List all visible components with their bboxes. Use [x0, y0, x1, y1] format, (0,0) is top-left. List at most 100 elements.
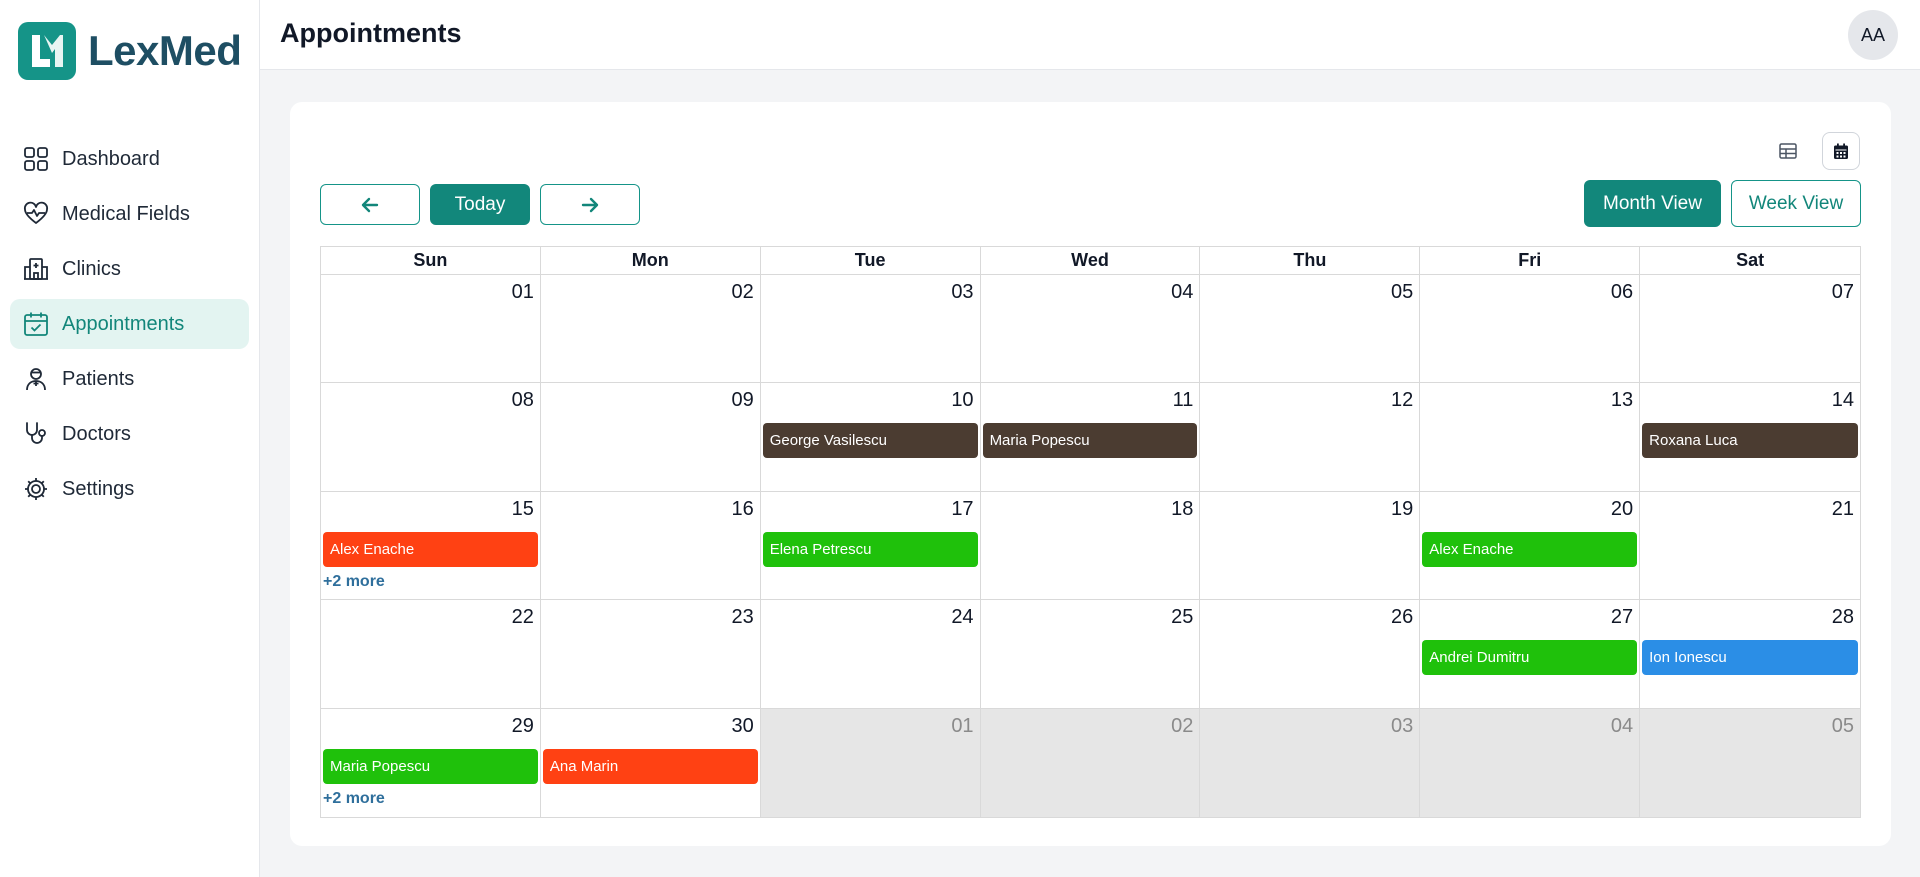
weekday-label: Sun — [321, 247, 541, 274]
day-number: 03 — [1391, 714, 1414, 737]
day-cell-outside-month[interactable]: 05 — [1640, 708, 1860, 817]
stethoscope-icon — [22, 420, 50, 448]
appointment-event[interactable]: Alex Enache — [323, 531, 538, 567]
day-cell[interactable]: 29 Maria Popescu +2 more — [321, 708, 541, 817]
appointment-event[interactable]: Maria Popescu — [323, 748, 538, 784]
sidebar-item-appointments[interactable]: Appointments — [10, 299, 249, 349]
next-month-button[interactable] — [540, 184, 640, 225]
day-number: 25 — [1171, 606, 1194, 629]
sidebar: LexMed Dashboard Medical Fields Clinics … — [0, 0, 260, 877]
weekday-label: Thu — [1200, 247, 1421, 274]
day-number: 29 — [511, 714, 534, 737]
day-cell[interactable]: 16 — [541, 491, 761, 600]
day-number: 30 — [731, 714, 754, 737]
month-view-button[interactable]: Month View — [1584, 180, 1721, 227]
day-cell[interactable]: 28 Ion Ionescu — [1640, 600, 1860, 707]
day-cell-outside-month[interactable]: 01 — [760, 708, 981, 817]
more-events-link[interactable]: +2 more — [323, 790, 385, 808]
sidebar-item-label: Clinics — [62, 257, 121, 280]
day-cell[interactable]: 30 Ana Marin — [541, 708, 761, 817]
day-cell[interactable]: 22 — [321, 600, 541, 708]
day-number: 26 — [1391, 606, 1414, 629]
calendar-view-toggle[interactable] — [1822, 132, 1860, 170]
heart-pulse-icon — [22, 200, 50, 228]
day-number: 16 — [731, 497, 754, 520]
day-cell[interactable]: 07 — [1640, 275, 1860, 382]
user-avatar[interactable]: AA — [1848, 10, 1898, 60]
day-cell[interactable]: 14 Roxana Luca — [1640, 383, 1860, 490]
day-cell[interactable]: 02 — [541, 275, 761, 383]
day-cell[interactable]: 09 — [541, 383, 761, 491]
day-cell[interactable]: 12 — [1200, 383, 1421, 491]
day-cell[interactable]: 17 Elena Petrescu — [761, 491, 981, 600]
appointment-event[interactable]: Ana Marin — [542, 748, 758, 784]
day-cell[interactable]: 10 George Vasilescu — [761, 383, 981, 491]
day-number: 05 — [1391, 281, 1414, 303]
sidebar-item-label: Medical Fields — [62, 202, 190, 225]
day-number: 28 — [1831, 606, 1854, 629]
day-number: 20 — [1610, 497, 1634, 520]
day-cell[interactable]: 23 — [541, 600, 761, 708]
appointment-event[interactable]: Elena Petrescu — [762, 531, 978, 567]
day-cell[interactable]: 03 — [761, 275, 981, 383]
day-number: 22 — [511, 606, 534, 629]
day-cell[interactable]: 04 — [981, 275, 1201, 383]
table-icon — [1779, 143, 1797, 159]
day-number: 09 — [731, 389, 754, 412]
day-cell[interactable]: 25 — [981, 600, 1201, 708]
sidebar-item-label: Settings — [62, 477, 135, 500]
previous-month-button[interactable] — [320, 184, 420, 225]
day-cell[interactable]: 11 Maria Popescu — [981, 383, 1201, 491]
day-cell[interactable]: 18 — [981, 491, 1201, 600]
today-button[interactable]: Today — [430, 184, 530, 225]
arrow-left-icon — [361, 197, 379, 212]
day-cell[interactable]: 05 — [1200, 275, 1421, 383]
weekday-label: Fri — [1420, 247, 1641, 274]
appointment-event[interactable]: Ion Ionescu — [1642, 640, 1858, 676]
day-number: 04 — [1610, 714, 1634, 737]
week-view-button[interactable]: Week View — [1731, 180, 1861, 227]
building-icon — [22, 255, 50, 283]
calendar-check-icon — [22, 310, 50, 338]
weekday-label: Mon — [541, 247, 761, 274]
day-cell-outside-month[interactable]: 02 — [980, 708, 1201, 817]
day-number: 01 — [951, 714, 974, 737]
sidebar-item-patients[interactable]: Patients — [10, 354, 249, 404]
appointment-event[interactable]: Alex Enache — [1422, 531, 1638, 567]
app-logo[interactable]: LexMed — [18, 22, 242, 80]
day-cell[interactable]: 26 — [1200, 600, 1421, 708]
appointment-event[interactable]: Roxana Luca — [1642, 423, 1858, 459]
sidebar-item-settings[interactable]: Settings — [10, 464, 249, 514]
day-number: 02 — [1171, 714, 1194, 737]
day-cell[interactable]: 20 Alex Enache — [1420, 491, 1641, 600]
top-header: Appointments AA — [260, 0, 1920, 70]
day-cell[interactable]: 15 Alex Enache +2 more — [321, 491, 541, 600]
day-number: 08 — [511, 389, 534, 412]
appointment-event[interactable]: Maria Popescu — [982, 423, 1198, 459]
patient-icon — [22, 365, 50, 393]
sidebar-item-medical-fields[interactable]: Medical Fields — [10, 189, 249, 239]
day-number: 06 — [1610, 281, 1634, 303]
sidebar-item-label: Patients — [62, 367, 135, 390]
day-cell-outside-month[interactable]: 03 — [1200, 708, 1421, 817]
day-cell[interactable]: 19 — [1200, 491, 1421, 600]
day-cell[interactable]: 27 Andrei Dumitru — [1420, 600, 1641, 708]
appointment-event[interactable]: George Vasilescu — [762, 423, 978, 459]
more-events-link[interactable]: +2 more — [323, 573, 385, 591]
sidebar-item-clinics[interactable]: Clinics — [10, 244, 249, 294]
day-number: 10 — [951, 389, 974, 412]
sidebar-item-doctors[interactable]: Doctors — [10, 409, 249, 459]
day-cell[interactable]: 08 — [321, 383, 541, 491]
logo-text: LexMed — [88, 27, 242, 74]
table-view-toggle[interactable] — [1769, 132, 1807, 170]
day-number: 02 — [731, 281, 754, 303]
day-cell[interactable]: 21 — [1640, 492, 1860, 599]
day-cell-outside-month[interactable]: 04 — [1420, 708, 1641, 817]
day-cell[interactable]: 13 — [1420, 383, 1641, 491]
day-cell[interactable]: 01 — [321, 275, 541, 383]
day-cell[interactable]: 06 — [1420, 275, 1641, 383]
sidebar-item-dashboard[interactable]: Dashboard — [10, 134, 249, 184]
day-cell[interactable]: 24 — [761, 600, 981, 708]
sidebar-item-label: Appointments — [62, 312, 185, 335]
appointment-event[interactable]: Andrei Dumitru — [1422, 640, 1638, 676]
